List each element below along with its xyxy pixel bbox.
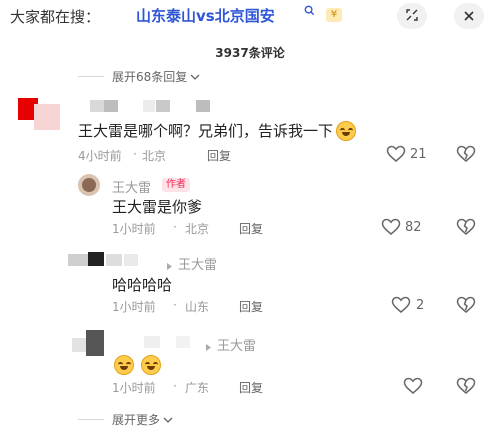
grin-emoji-icon (141, 355, 161, 375)
broken-heart-icon (456, 145, 476, 167)
like-button[interactable] (391, 296, 411, 318)
hot-search-prefix: 大家都在搜： (10, 8, 101, 26)
reply-time: 1小时前 (112, 381, 156, 395)
search-icon[interactable] (304, 5, 315, 19)
username-blur (143, 100, 155, 112)
comment-item: 王大雷是哪个啊？兄弟们，告诉我一下 4小时前 · 北京 回复 21 (18, 96, 488, 166)
username-blur (156, 100, 170, 112)
heart-icon (386, 145, 406, 167)
author-badge: 作者 (162, 178, 190, 192)
like-count: 21 (410, 147, 427, 162)
expand-replies-label: 展开68条回复 (112, 70, 188, 84)
reply-button[interactable]: 回复 (239, 220, 263, 237)
avatar-blur (88, 252, 104, 266)
hot-badge: ¥ (326, 8, 342, 22)
expand-more-button[interactable]: 展开更多 (78, 411, 173, 428)
reply-arrow-icon (166, 256, 173, 275)
reply-to-name[interactable]: 王大雷 (217, 335, 256, 354)
reply-to-name[interactable]: 王大雷 (178, 254, 217, 273)
meta-separator: · (133, 147, 137, 161)
broken-heart-icon (456, 218, 476, 240)
meta-separator: · (173, 298, 177, 312)
reply-button[interactable]: 回复 (207, 147, 231, 164)
collapse-button[interactable] (397, 3, 427, 29)
username-blur (176, 336, 190, 348)
like-count: 2 (416, 298, 425, 313)
divider (78, 76, 104, 77)
comment-count: 3937条评论 (215, 46, 285, 60)
username-blur[interactable] (90, 100, 104, 112)
avatar[interactable] (78, 174, 100, 196)
dislike-button[interactable] (456, 296, 476, 318)
reply-text: 哈哈哈哈 (112, 276, 173, 294)
reply-button[interactable]: 回复 (239, 379, 263, 396)
reply-item: 王大雷 哈哈哈哈 1小时前 · 山东 回复 2 (0, 250, 500, 320)
heart-icon (403, 377, 423, 399)
username-blur (196, 100, 210, 112)
expand-replies-button[interactable]: 展开68条回复 (78, 68, 200, 85)
hot-search-query[interactable]: 山东泰山vs北京国安 (136, 5, 275, 26)
reply-location: 广东 (185, 381, 210, 395)
grin-emoji-icon (114, 355, 134, 375)
reply-location: 山东 (185, 300, 210, 314)
reply-author[interactable]: 王大雷 (112, 177, 151, 196)
like-button[interactable] (403, 377, 423, 399)
chevron-down-icon (190, 70, 200, 84)
reply-arrow-icon (205, 337, 212, 356)
avatar[interactable] (68, 254, 90, 266)
divider (78, 419, 104, 420)
expand-more-label: 展开更多 (112, 413, 161, 427)
close-icon (463, 7, 475, 26)
comment-text: 王大雷是哪个啊？兄弟们，告诉我一下 (78, 122, 334, 140)
avatar-blur (34, 104, 60, 130)
username-blur[interactable] (106, 254, 122, 266)
collapse-icon (405, 7, 419, 26)
like-button[interactable] (381, 218, 401, 240)
like-button[interactable] (386, 145, 406, 167)
comment-location: 北京 (142, 149, 167, 163)
dislike-button[interactable] (456, 218, 476, 240)
broken-heart-icon (456, 377, 476, 399)
chevron-down-icon (163, 413, 173, 427)
reply-time: 1小时前 (112, 300, 156, 314)
reply-button[interactable]: 回复 (239, 298, 263, 315)
reply-text: 王大雷是你爹 (112, 198, 203, 216)
dislike-button[interactable] (456, 145, 476, 167)
comment-time: 4小时前 (78, 149, 122, 163)
dislike-button[interactable] (456, 377, 476, 399)
meta-separator: · (173, 379, 177, 393)
heart-icon (381, 218, 401, 240)
broken-heart-icon (456, 296, 476, 318)
username-blur (124, 254, 138, 266)
avatar[interactable] (72, 338, 86, 352)
reply-time: 1小时前 (112, 222, 156, 236)
avatar-blur (86, 330, 104, 356)
reply-location: 北京 (185, 222, 210, 236)
close-button[interactable] (454, 3, 484, 29)
username-blur (104, 100, 118, 112)
meta-separator: · (173, 220, 177, 234)
reply-item: 王大雷 1小时前 · 广东 回复 (0, 326, 500, 396)
reply-item: 王大雷 作者 王大雷是你爹 1小时前 · 北京 回复 82 (0, 172, 500, 242)
laughing-emoji-icon (335, 120, 357, 141)
heart-icon (391, 296, 411, 318)
like-count: 82 (405, 220, 422, 235)
username-blur[interactable] (144, 336, 160, 348)
